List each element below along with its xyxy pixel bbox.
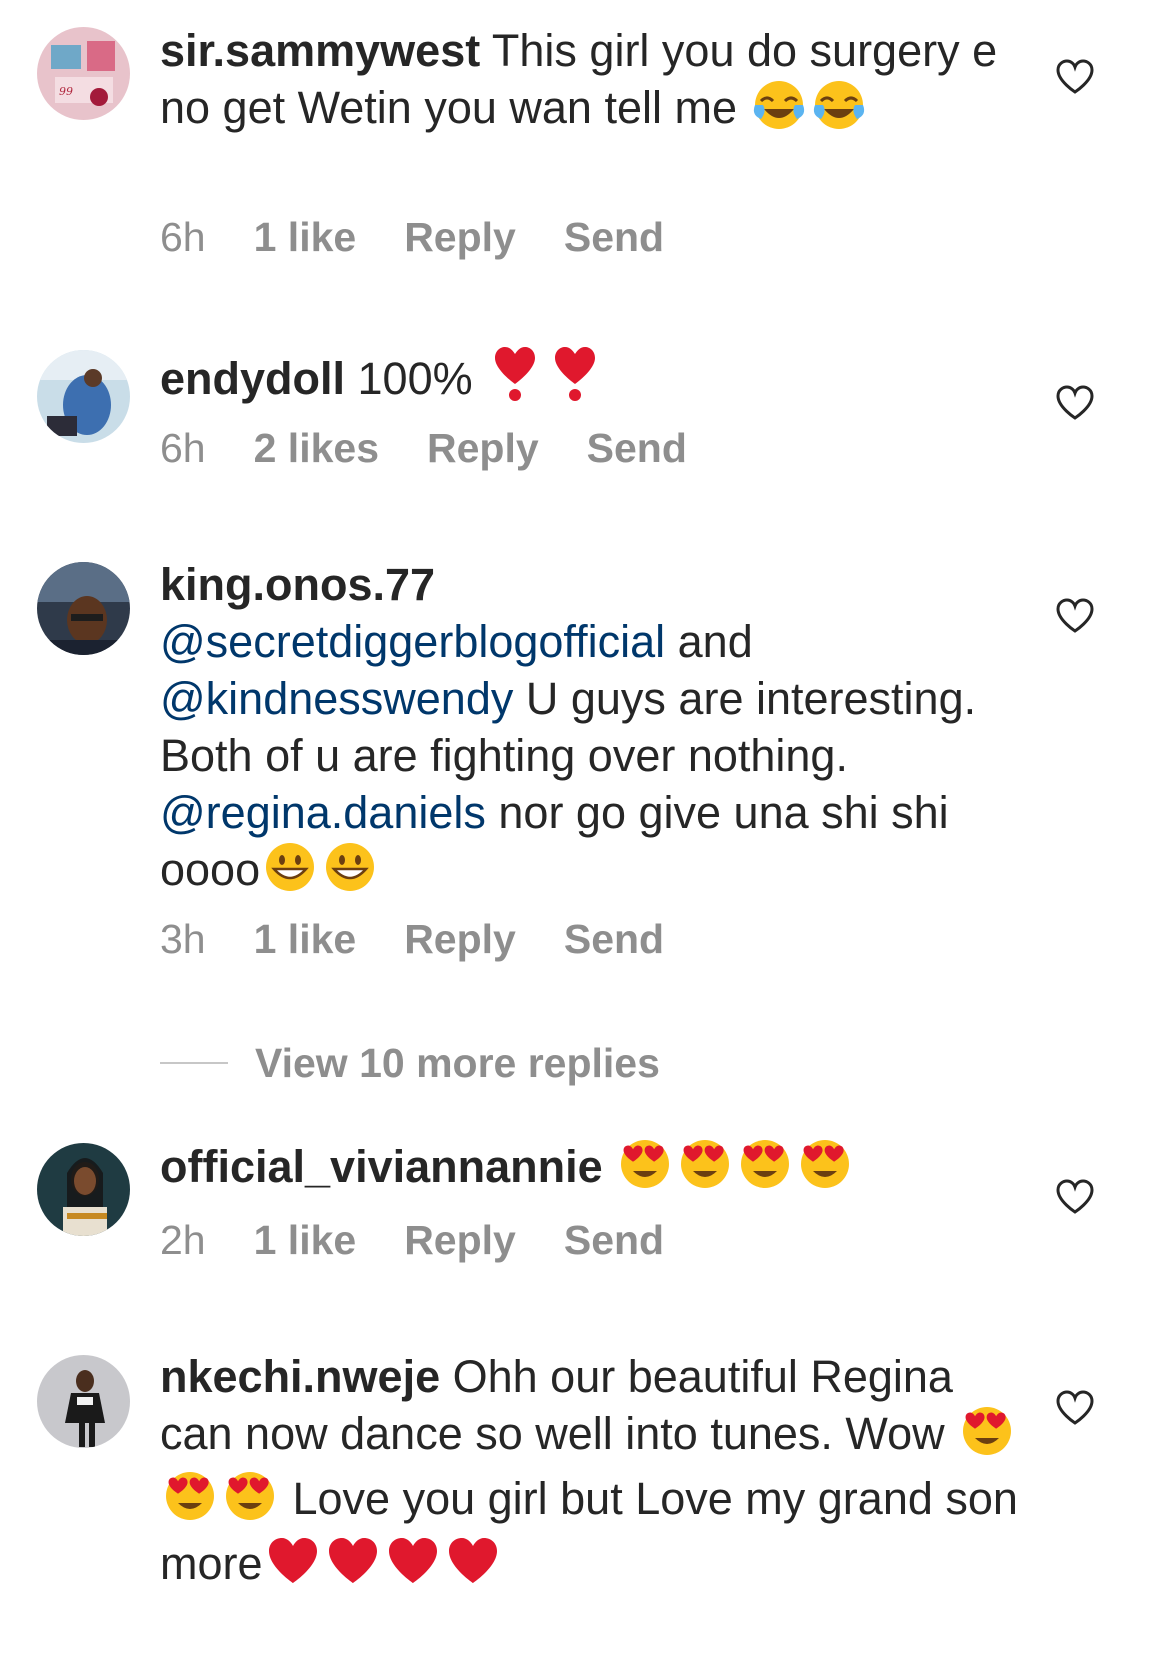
reply-button[interactable]: Reply [404, 1217, 516, 1263]
like-heart-icon[interactable] [1055, 597, 1095, 635]
mention-link[interactable]: @regina.daniels [160, 787, 486, 838]
comment-username[interactable]: endydoll [160, 353, 345, 404]
comment-text: endydoll 100% [160, 344, 1020, 415]
avatar[interactable]: 99 [37, 27, 130, 120]
red-heart-emoji-icon [265, 1535, 321, 1600]
mention-link[interactable]: @secretdiggerblogofficial [160, 616, 665, 667]
like-heart-icon[interactable] [1055, 384, 1095, 422]
like-heart-icon[interactable] [1055, 58, 1095, 96]
like-heart-icon[interactable] [1055, 1178, 1095, 1216]
avatar[interactable] [37, 1143, 130, 1236]
heart-eyes-emoji-icon [797, 1138, 853, 1203]
comment-text: sir.sammywest This girl you do surgery e… [160, 22, 1020, 144]
like-heart-icon[interactable] [1055, 1389, 1095, 1427]
view-more-replies-button[interactable]: View 10 more replies [160, 1038, 660, 1088]
heart-eyes-emoji-icon [617, 1138, 673, 1203]
reply-button[interactable]: Reply [427, 425, 539, 471]
avatar[interactable] [37, 1355, 130, 1448]
comment-meta: 3h 1 like Reply Send [160, 915, 712, 963]
comment-text: official_viviannannie [160, 1138, 1020, 1203]
comment-username[interactable]: official_viviannannie [160, 1141, 603, 1192]
reply-button[interactable]: Reply [404, 916, 516, 962]
comment-body: and [665, 616, 753, 667]
comment-likes[interactable]: 1 like [254, 214, 357, 260]
laughing-emoji-icon [751, 79, 807, 144]
comment-text: nkechi.nweje Ohh our beautiful Regina ca… [160, 1348, 1020, 1600]
comment-body: 100% [345, 353, 486, 404]
replies-divider-line [160, 1062, 228, 1064]
comment-time: 2h [160, 1217, 206, 1263]
grinning-emoji-icon [262, 841, 318, 906]
send-button[interactable]: Send [564, 1217, 664, 1263]
comment-time: 6h [160, 214, 206, 260]
comment-username[interactable]: nkechi.nweje [160, 1351, 440, 1402]
comment-likes[interactable]: 2 likes [254, 425, 379, 471]
heart-eyes-emoji-icon [162, 1470, 218, 1535]
comment-text: king.onos.77 @secretdiggerblogofficial a… [160, 556, 1020, 906]
send-button[interactable]: Send [587, 425, 687, 471]
view-more-replies-label[interactable]: View 10 more replies [255, 1040, 660, 1087]
heart-eyes-emoji-icon [677, 1138, 733, 1203]
send-button[interactable]: Send [564, 214, 664, 260]
heart-eyes-emoji-icon [222, 1470, 278, 1535]
comment-time: 3h [160, 916, 206, 962]
exclamation-heart-emoji-icon [487, 344, 543, 415]
comment-username[interactable]: sir.sammywest [160, 25, 480, 76]
send-button[interactable]: Send [564, 916, 664, 962]
avatar[interactable] [37, 350, 130, 443]
heart-eyes-emoji-icon [959, 1405, 1015, 1470]
comment-likes[interactable]: 1 like [254, 1217, 357, 1263]
heart-eyes-emoji-icon [737, 1138, 793, 1203]
comment-username[interactable]: king.onos.77 [160, 559, 435, 610]
svg-text:99: 99 [59, 85, 73, 98]
red-heart-emoji-icon [385, 1535, 441, 1600]
mention-link[interactable]: @kindnesswendy [160, 673, 513, 724]
grinning-emoji-icon [322, 841, 378, 906]
comment-time: 6h [160, 425, 206, 471]
avatar[interactable] [37, 562, 130, 655]
comment-likes[interactable]: 1 like [254, 916, 357, 962]
red-heart-emoji-icon [445, 1535, 501, 1600]
reply-button[interactable]: Reply [404, 214, 516, 260]
exclamation-heart-emoji-icon [547, 344, 603, 415]
red-heart-emoji-icon [325, 1535, 381, 1600]
comment-meta: 6h 1 like Reply Send [160, 213, 712, 261]
laughing-emoji-icon [811, 79, 867, 144]
comment-meta: 2h 1 like Reply Send [160, 1216, 712, 1264]
comment-meta: 6h 2 likes Reply Send [160, 424, 735, 472]
